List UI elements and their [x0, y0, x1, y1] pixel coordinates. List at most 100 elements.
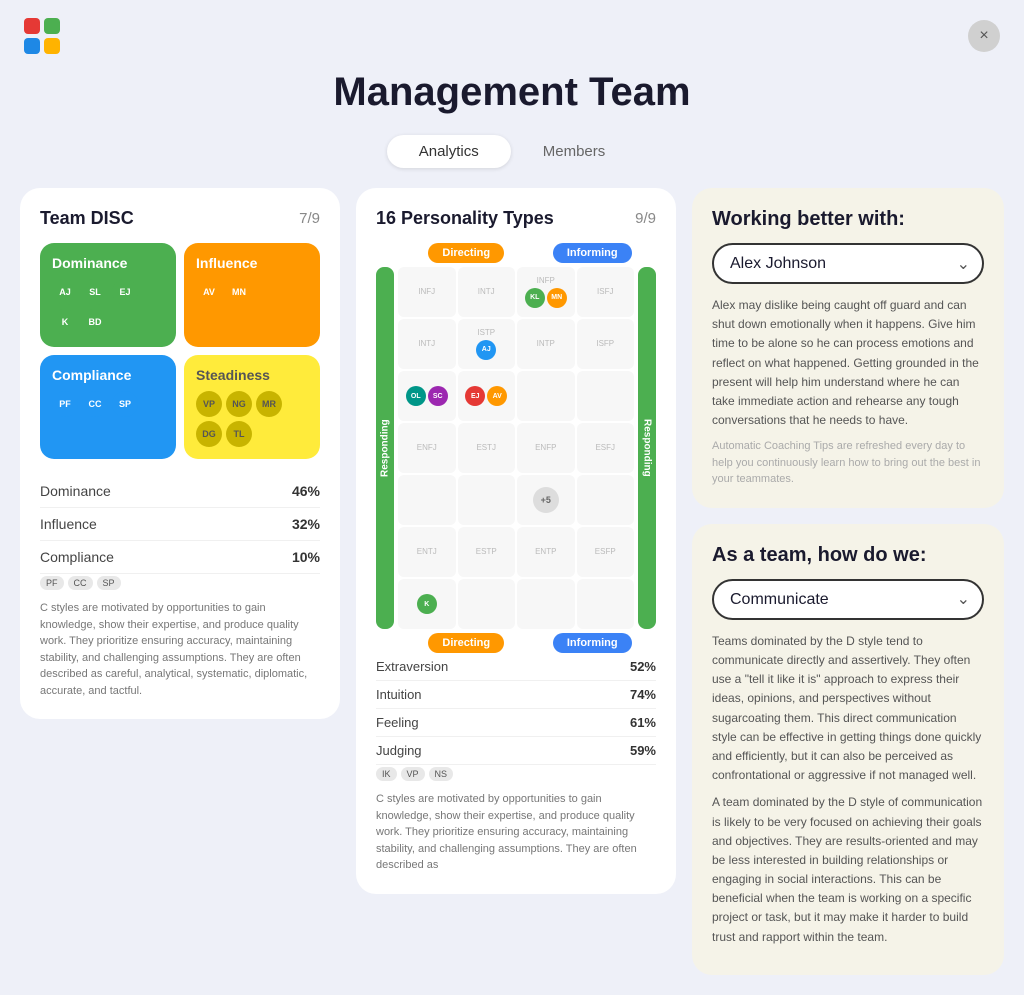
pg-top-labels: Directing Informing: [376, 243, 656, 263]
team-communicate-card: As a team, how do we: Communicate ⌄ Team…: [692, 524, 1004, 975]
personality-desc: C styles are motivated by opportunities …: [376, 791, 656, 874]
team-communicate-title: As a team, how do we:: [712, 544, 984, 567]
pg-cell-intp2: [517, 371, 575, 421]
avatar-ng: NG: [226, 391, 252, 417]
badge-pf: PF: [40, 576, 64, 590]
pg-cell-isfj: ISFJ: [577, 267, 635, 317]
pg-cell-estj: ESTJ: [458, 423, 516, 473]
communicate-dropdown[interactable]: Communicate: [712, 579, 984, 620]
avatar-aj: AJ: [52, 279, 78, 305]
pg-cell-intj2: INTJ: [398, 319, 456, 369]
disc-dominance: Dominance AJ SL EJ K BD: [40, 243, 176, 347]
pg-cell-infj: INFJ: [398, 267, 456, 317]
pg-label-informing-top: Informing: [553, 243, 632, 263]
working-better-title: Working better with:: [712, 208, 984, 231]
pg-cell-esfj2: [577, 475, 635, 525]
right-panel: Working better with: Alex Johnson ⌄ Alex…: [692, 188, 1004, 975]
disc-card-header: Team DISC 7/9: [40, 208, 320, 229]
stat-compliance-value: 10%: [292, 549, 320, 565]
personality-bottom-badges: IK VP NS: [376, 767, 656, 781]
stat-influence-label: Influence: [40, 516, 97, 532]
avatar-pf: PF: [52, 391, 78, 417]
pg-avatar-ol: OL: [406, 386, 426, 406]
avatar-mr: MR: [256, 391, 282, 417]
disc-steadiness-avatars: VP NG MR DG TL: [196, 391, 308, 447]
badge-sp: SP: [97, 576, 121, 590]
page-title: Management Team: [0, 70, 1024, 115]
pg-avatar-mn2: MN: [547, 288, 567, 308]
pg-label-directing-bottom: Directing: [428, 633, 504, 653]
pg-cell-esfj: ESFJ: [577, 423, 635, 473]
pg-label-directing-top: Directing: [428, 243, 504, 263]
disc-dominance-title: Dominance: [52, 255, 164, 271]
tab-members[interactable]: Members: [511, 135, 638, 168]
p-stat-intuition-label: Intuition: [376, 687, 422, 702]
stat-dominance: Dominance 46%: [40, 475, 320, 508]
pg-cell-entj: ENTJ: [398, 527, 456, 577]
disc-dominance-avatars: AJ SL EJ K BD: [52, 279, 164, 335]
pg-label-responding-left: Responding: [376, 267, 394, 629]
p-stat-extraversion: Extraversion 52%: [376, 653, 656, 681]
pg-cell-esfp2: [577, 579, 635, 629]
pg-avatar-kl: KL: [525, 288, 545, 308]
disc-influence-avatars: AV MN: [196, 279, 308, 305]
avatar-sl: SL: [82, 279, 108, 305]
avatar-sp: SP: [112, 391, 138, 417]
stat-compliance-label: Compliance: [40, 549, 114, 565]
person-dropdown-wrapper: Alex Johnson ⌄: [712, 243, 984, 284]
pg-avatar-ej2: EJ: [465, 386, 485, 406]
p-stat-judging-value: 59%: [630, 743, 656, 758]
disc-grid: Dominance AJ SL EJ K BD Influence AV MN: [40, 243, 320, 459]
badge-ik: IK: [376, 767, 397, 781]
logo-dot-yellow: [44, 38, 60, 54]
compliance-badges: PF CC SP: [40, 576, 320, 590]
working-better-hint: Automatic Coaching Tips are refreshed ev…: [712, 438, 984, 488]
avatar-mn: MN: [226, 279, 252, 305]
more-badge: +5: [533, 487, 559, 513]
stat-influence-value: 32%: [292, 516, 320, 532]
person-dropdown[interactable]: Alex Johnson: [712, 243, 984, 284]
disc-steadiness-title: Steadiness: [196, 367, 308, 383]
pg-cell-entp2: [517, 579, 575, 629]
pg-cell-enfj: ENFJ: [398, 423, 456, 473]
stat-influence: Influence 32%: [40, 508, 320, 541]
disc-card-count: 7/9: [299, 210, 320, 227]
disc-compliance-avatars: PF CC SP: [52, 391, 164, 417]
pg-cell-intj3: OL SC: [398, 371, 456, 421]
p-stat-judging: Judging 59%: [376, 737, 656, 765]
pg-cell-enfp: ENFP: [517, 423, 575, 473]
pg-cell-estp: ESTP: [458, 527, 516, 577]
badge-ns: NS: [429, 767, 454, 781]
pg-cell-istp2: EJ AV: [458, 371, 516, 421]
disc-card: Team DISC 7/9 Dominance AJ SL EJ K BD: [20, 188, 340, 719]
pg-avatar-sc: SC: [428, 386, 448, 406]
avatar-vp: VP: [196, 391, 222, 417]
tab-analytics[interactable]: Analytics: [387, 135, 511, 168]
avatar-tl: TL: [226, 421, 252, 447]
pg-avatar-k2: K: [417, 594, 437, 614]
avatar-dg: DG: [196, 421, 222, 447]
team-communicate-desc1: Teams dominated by the D style tend to c…: [712, 632, 984, 786]
pg-bottom-labels: Directing Informing: [376, 633, 656, 653]
disc-influence-title: Influence: [196, 255, 308, 271]
pg-cell-enfj2: [398, 475, 456, 525]
avatar-bd: BD: [82, 309, 108, 335]
pg-cell-entj2: K: [398, 579, 456, 629]
personality-card-count: 9/9: [635, 210, 656, 227]
pg-grid: INFJ INTJ INFP KL MN ISFJ: [398, 267, 634, 629]
working-better-desc: Alex may dislike being caught off guard …: [712, 296, 984, 430]
pg-cell-intp: INTP: [517, 319, 575, 369]
close-button[interactable]: ×: [968, 20, 1000, 52]
avatar-k: K: [52, 309, 78, 335]
disc-steadiness: Steadiness VP NG MR DG TL: [184, 355, 320, 459]
p-stat-feeling-value: 61%: [630, 715, 656, 730]
disc-compliance-title: Compliance: [52, 367, 164, 383]
disc-compliance: Compliance PF CC SP: [40, 355, 176, 459]
p-stat-feeling: Feeling 61%: [376, 709, 656, 737]
pg-cell-isfp: ISFP: [577, 319, 635, 369]
pg-cell-intj: INTJ: [458, 267, 516, 317]
stat-compliance: Compliance 10%: [40, 541, 320, 574]
p-stat-extraversion-label: Extraversion: [376, 659, 448, 674]
logo-dot-blue: [24, 38, 40, 54]
badge-vp2: VP: [401, 767, 425, 781]
